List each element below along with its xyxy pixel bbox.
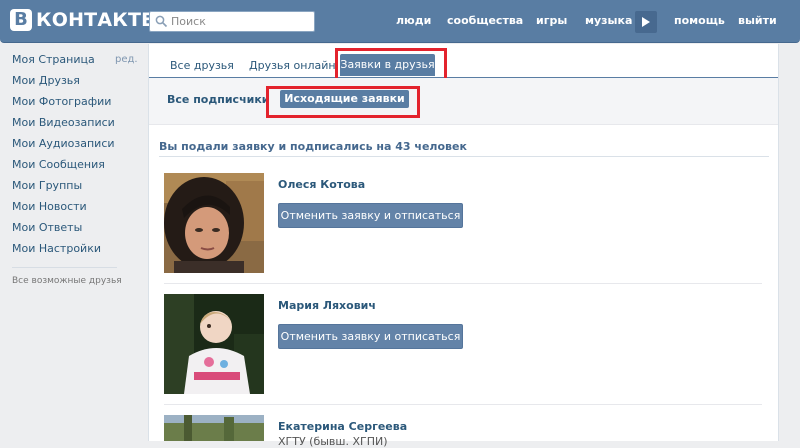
nav-people[interactable]: люди bbox=[396, 0, 431, 42]
friend-name[interactable]: Мария Ляхович bbox=[278, 299, 376, 312]
search-box[interactable] bbox=[149, 11, 315, 32]
sidebar-item-friends[interactable]: Мои Друзья bbox=[12, 73, 140, 94]
sidebar-item-news[interactable]: Мои Новости bbox=[12, 199, 140, 220]
friend-university: ХГТУ (бывш. ХГПИ) bbox=[278, 435, 388, 448]
logo-text: КОНТАКТЕ bbox=[36, 9, 155, 31]
cancel-request-button[interactable]: Отменить заявку и отписаться bbox=[278, 203, 463, 228]
friend-row: Олеся Котова Отменить заявку и отписатьс… bbox=[164, 173, 764, 273]
friend-row: Екатерина Сергеева ХГТУ (бывш. ХГПИ) bbox=[164, 415, 764, 448]
search-input[interactable] bbox=[171, 12, 309, 31]
logo-badge: В bbox=[10, 9, 32, 31]
friend-row: Мария Ляхович Отменить заявку и отписать… bbox=[164, 294, 764, 394]
sidebar-item-label: Моя Страница bbox=[12, 53, 95, 66]
search-icon bbox=[155, 15, 168, 28]
sidebar-item-photos[interactable]: Мои Фотографии bbox=[12, 94, 140, 115]
possible-friends-link[interactable]: Все возможные друзья bbox=[12, 274, 140, 288]
sidebar-item-groups[interactable]: Мои Группы bbox=[12, 178, 140, 199]
sidebar-divider bbox=[12, 267, 117, 268]
friend-name[interactable]: Екатерина Сергеева bbox=[278, 420, 407, 433]
avatar[interactable] bbox=[164, 294, 264, 394]
main-content: Все друзья Друзья онлайн Заявки в друзья… bbox=[148, 44, 779, 448]
sidebar-item-my-page[interactable]: Моя Страница ред. bbox=[12, 52, 140, 73]
highlight-box-subtab bbox=[266, 86, 420, 118]
avatar[interactable] bbox=[164, 415, 264, 441]
requests-subtabs: Все подписчики Исходящие заявки bbox=[149, 78, 778, 125]
friends-tabs: Все друзья Друзья онлайн Заявки в друзья bbox=[149, 44, 778, 84]
cancel-request-button[interactable]: Отменить заявку и отписаться bbox=[278, 324, 463, 349]
nav-logout[interactable]: выйти bbox=[738, 0, 777, 42]
sidebar-item-answers[interactable]: Мои Ответы bbox=[12, 220, 140, 241]
tab-friends-online[interactable]: Друзья онлайн bbox=[249, 59, 336, 72]
row-divider bbox=[164, 283, 762, 284]
subtab-all-followers[interactable]: Все подписчики bbox=[167, 93, 270, 106]
sidebar-item-settings[interactable]: Мои Настройки bbox=[12, 241, 140, 262]
requests-summary: Вы подали заявку и подписались на 43 чел… bbox=[159, 140, 467, 153]
friend-name[interactable]: Олеся Котова bbox=[278, 178, 365, 191]
nav-help[interactable]: помощь bbox=[674, 0, 725, 42]
sidebar-item-videos[interactable]: Мои Видеозаписи bbox=[12, 115, 140, 136]
sidebar-item-messages[interactable]: Мои Сообщения bbox=[12, 157, 140, 178]
top-bar: В КОНТАКТЕ люди сообщества игры музыка п… bbox=[0, 0, 800, 43]
play-button[interactable] bbox=[635, 11, 657, 33]
sidebar-item-audio[interactable]: Мои Аудиозаписи bbox=[12, 136, 140, 157]
row-divider bbox=[164, 404, 762, 405]
summary-divider bbox=[159, 156, 769, 157]
left-sidebar: Моя Страница ред. Мои Друзья Мои Фотогра… bbox=[12, 52, 140, 288]
nav-communities[interactable]: сообщества bbox=[447, 0, 523, 42]
tab-all-friends[interactable]: Все друзья bbox=[170, 59, 234, 72]
edit-link[interactable]: ред. bbox=[115, 52, 138, 68]
nav-games[interactable]: игры bbox=[536, 0, 567, 42]
play-icon bbox=[642, 17, 650, 27]
avatar[interactable] bbox=[164, 173, 264, 273]
nav-music[interactable]: музыка bbox=[585, 0, 632, 42]
